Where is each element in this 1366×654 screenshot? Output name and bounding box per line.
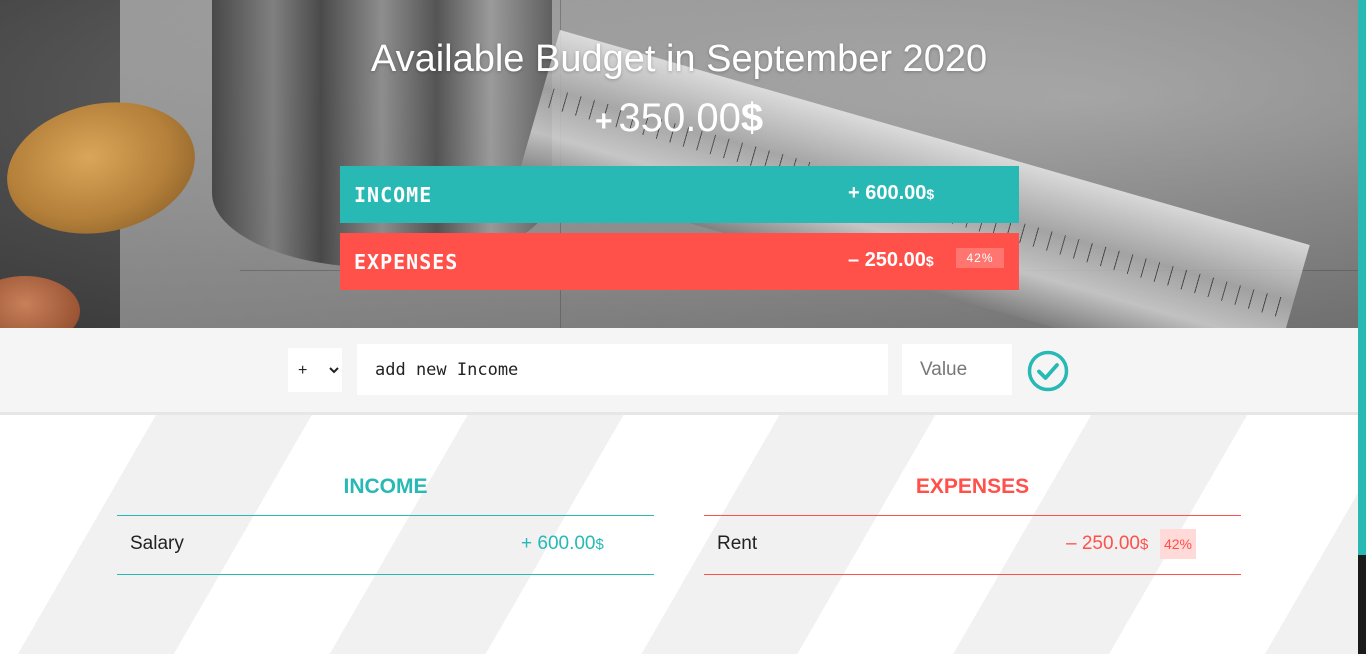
check-circle-icon [1026,350,1070,396]
expenses-percentage-badge: 42% [956,248,1004,268]
expenses-summary-label: EXPENSES [354,250,459,274]
scrollbar-thumb[interactable] [1358,555,1366,654]
income-summary-label: INCOME [354,183,433,207]
item-description: Salary [130,533,184,554]
type-select[interactable]: + [288,348,342,392]
scrollbar-track[interactable] [1358,0,1366,555]
income-list: INCOME Salary + 600.00$ [117,472,654,575]
description-input[interactable] [357,344,888,395]
expenses-summary-bar: EXPENSES – 250.00$ 42% [340,233,1019,290]
budget-header: Available Budget in September 2020 +350.… [0,0,1358,328]
income-summary-bar: INCOME + 600.00$ [340,166,1019,223]
item-percentage-badge: 42% [1160,529,1196,559]
add-button[interactable] [1026,349,1070,393]
list-item[interactable]: Rent – 250.00$ 42% [704,516,1241,575]
item-description: Rent [717,533,758,554]
lists-section: INCOME Salary + 600.00$ EXPENSES Rent – … [0,415,1358,654]
list-item[interactable]: Salary + 600.00$ [117,516,654,575]
expenses-summary-value: – 250.00$ [848,249,934,271]
coin-image [0,276,80,328]
income-list-title: INCOME [117,472,654,516]
expenses-list: EXPENSES Rent – 250.00$ 42% [704,472,1241,575]
expenses-list-title: EXPENSES [704,472,1241,516]
budget-value: +350.00$ [594,96,764,140]
budget-title: Available Budget in September 2020 [370,38,988,80]
item-value: – 250.00$ [1066,533,1149,554]
add-item-bar: + [0,328,1358,415]
item-value: + 600.00$ [521,533,604,554]
income-summary-value: + 600.00$ [848,182,935,204]
value-input[interactable] [902,344,1012,395]
